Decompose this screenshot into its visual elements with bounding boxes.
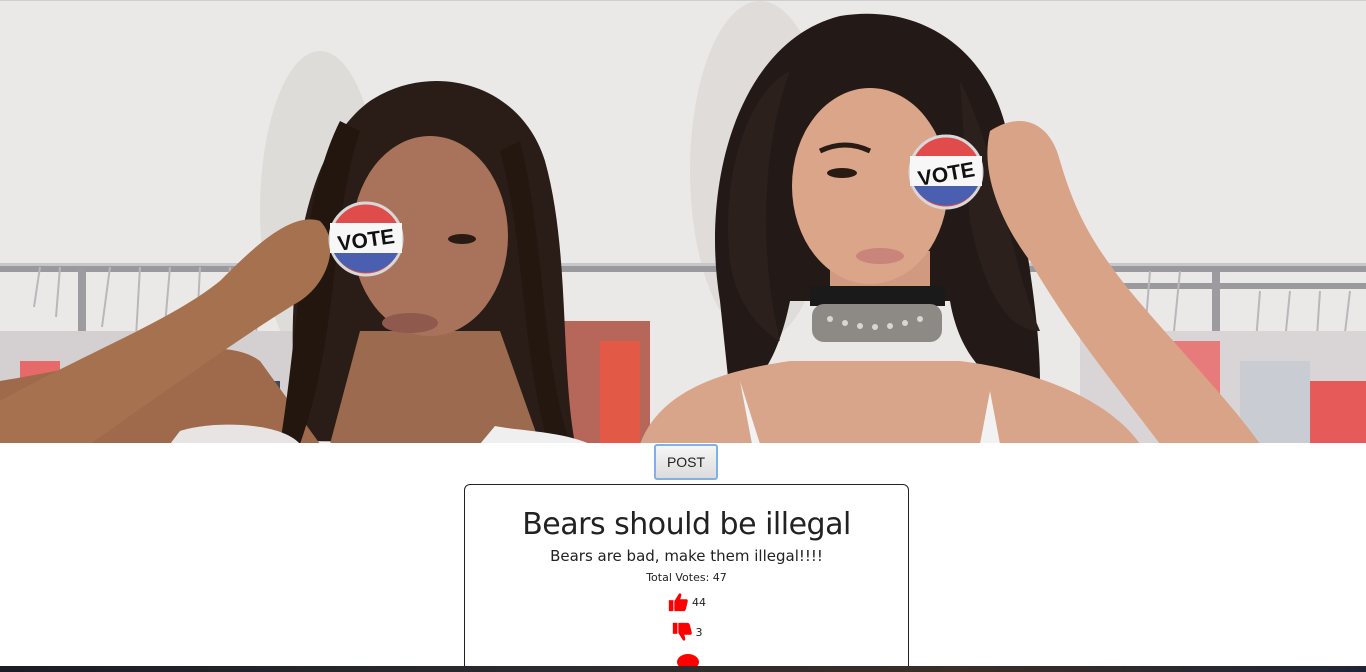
hero-photo: VOTE VOTE (0, 0, 1366, 443)
vote-badge-right: VOTE (908, 134, 984, 210)
hero-photo-illustration: VOTE VOTE (0, 1, 1366, 443)
thumbs-up-icon[interactable] (667, 591, 689, 613)
post-button[interactable]: POST (654, 444, 718, 480)
upvote-row: 44 (465, 591, 908, 613)
downvote-row: 3 (465, 621, 908, 643)
poll-card: Bears should be illegal Bears are bad, m… (464, 484, 909, 672)
poll-title: Bears should be illegal (522, 507, 851, 542)
downvote-count: 3 (695, 625, 703, 639)
poll-total-votes: Total Votes: 47 (646, 571, 727, 584)
poll-description: Bears are bad, make them illegal!!!! (550, 547, 823, 565)
background-strip (0, 666, 1366, 672)
page: VOTE VOTE POST Bears should be illegal B… (0, 0, 1366, 672)
upvote-count: 44 (692, 595, 706, 609)
thumbs-down-icon[interactable] (671, 621, 693, 643)
vote-badge-left: VOTE (328, 201, 404, 277)
